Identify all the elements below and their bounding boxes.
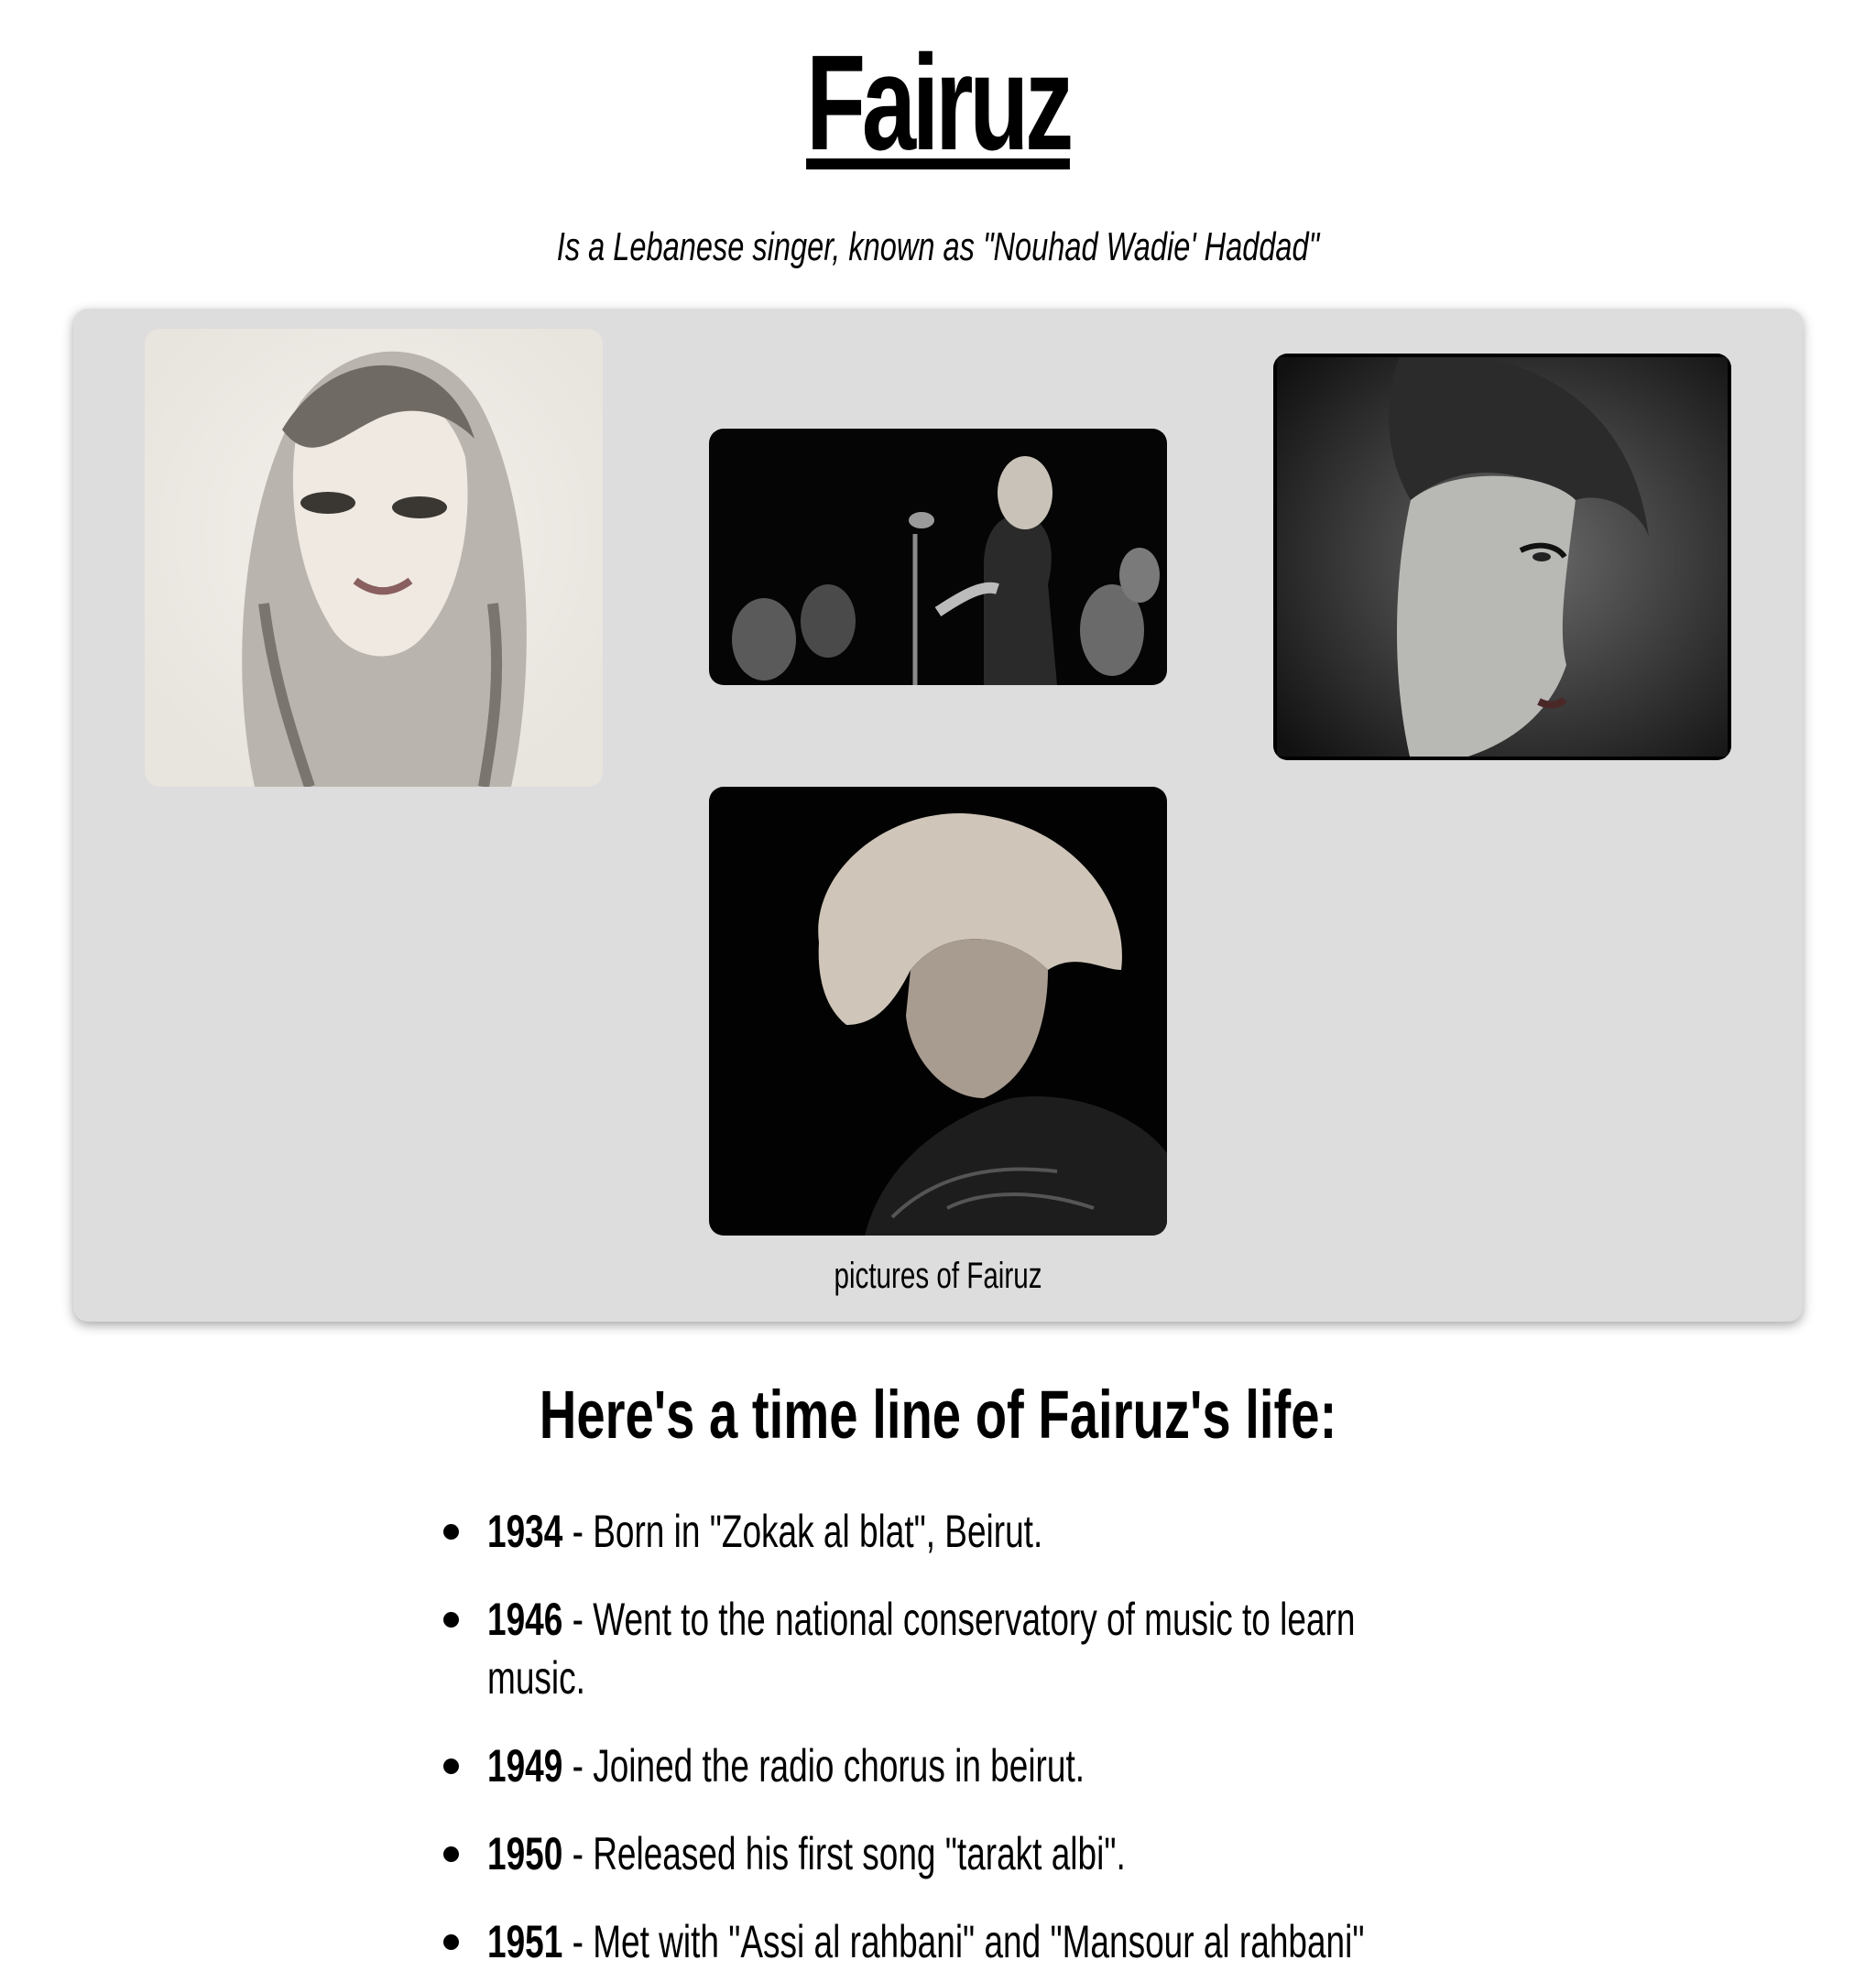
photo-concert-singer xyxy=(709,429,1167,685)
photo-sketch-portrait xyxy=(145,329,603,787)
timeline-year: 1949 xyxy=(487,1740,563,1791)
timeline-item-text: 1950 - Released his first song "tarakt a… xyxy=(487,1824,1389,1883)
gallery-caption: pictures of Fairuz xyxy=(834,1256,1042,1296)
photo-profile-painting xyxy=(1273,354,1731,760)
timeline-item-text: 1949 - Joined the radio chorus in beirut… xyxy=(487,1737,1389,1795)
bullet-icon xyxy=(443,1934,459,1950)
timeline-item: 1934 - Born in "Zokak al blat", Beirut. xyxy=(443,1502,1387,1561)
timeline-heading: Here's a time line of Fairuz's life: xyxy=(539,1377,1337,1453)
timeline-list: 1934 - Born in "Zokak al blat", Beirut. … xyxy=(443,1502,1387,1971)
timeline-description: - Released his first song "tarakt albi". xyxy=(562,1828,1126,1879)
timeline-year: 1934 xyxy=(487,1506,563,1557)
page-title: Fairuz xyxy=(263,26,1614,181)
timeline-item-text: 1946 - Went to the national conservatory… xyxy=(487,1590,1389,1707)
page: Fairuz Is a Lebanese singer, known as "N… xyxy=(0,0,1876,1971)
page-title-text: Fairuz xyxy=(806,27,1074,179)
timeline-item: 1946 - Went to the national conservatory… xyxy=(443,1590,1387,1707)
timeline-item: 1950 - Released his first song "tarakt a… xyxy=(443,1824,1387,1883)
timeline-item-text: 1934 - Born in "Zokak al blat", Beirut. xyxy=(487,1502,1389,1561)
timeline-year: 1951 xyxy=(487,1916,563,1967)
photo-singer-bowing xyxy=(709,787,1167,1236)
page-subtitle: Is a Lebanese singer, known as "Nouhad W… xyxy=(556,224,1320,269)
bullet-icon xyxy=(443,1612,459,1628)
bullet-icon xyxy=(443,1759,459,1774)
timeline-description: - Met with "Assi al rahbani" and "Mansou… xyxy=(562,1916,1365,1967)
bullet-icon xyxy=(443,1524,459,1540)
timeline-description: - Joined the radio chorus in beirut. xyxy=(562,1740,1085,1791)
photo-gallery: pictures of Fairuz xyxy=(73,309,1803,1322)
bullet-icon xyxy=(443,1846,459,1862)
timeline-description: - Went to the national conservatory of m… xyxy=(487,1594,1356,1704)
timeline-description: - Born in "Zokak al blat", Beirut. xyxy=(562,1506,1043,1557)
timeline-year: 1950 xyxy=(487,1828,563,1879)
timeline-item: 1949 - Joined the radio chorus in beirut… xyxy=(443,1737,1387,1795)
timeline-item: 1951 - Met with "Assi al rahbani" and "M… xyxy=(443,1912,1387,1971)
timeline-item-text: 1951 - Met with "Assi al rahbani" and "M… xyxy=(487,1912,1389,1971)
timeline-year: 1946 xyxy=(487,1594,563,1645)
